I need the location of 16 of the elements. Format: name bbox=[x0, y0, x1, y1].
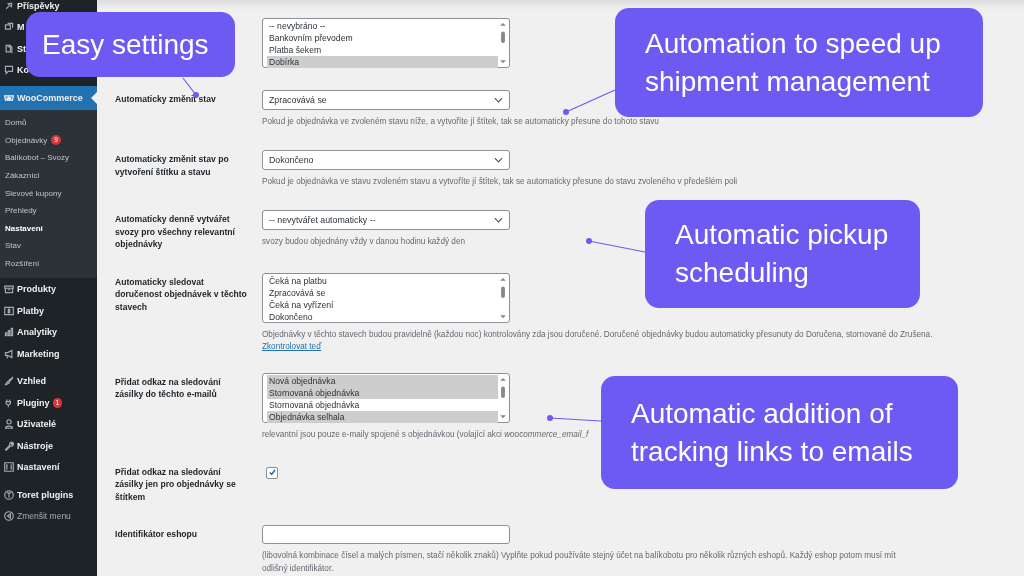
help-text: svozy budou objednány vždy v danou hodinu každý den bbox=[262, 236, 465, 248]
setting-label: Automaticky sledovat doručenost objednávek v těchto stavech bbox=[115, 276, 247, 312]
setting-label: Přidat odkaz na sledování zásilky do těchto e-mailů bbox=[115, 376, 221, 399]
feature-tooltip: Automatic addition of tracking links to emails bbox=[601, 376, 958, 489]
help-text: Objednávky v těchto stavech budou pravidelně (každou noc) kontrolovány zda jsou doručené. Doručené objednávky budou automaticky přesunuty do Doručena, stornované do Zrušena. bbox=[262, 328, 933, 341]
feature-tooltip: Automation to speed up shipment management bbox=[615, 8, 983, 117]
help-text: Pokud je objednávka ve stavu zvoleném stavu a vytvoříte jí štítek, tak se automaticky přesune do stavu zvoleného v předešlém poli bbox=[262, 176, 738, 188]
setting-label: Automaticky denně vytvářet svozy pro všechny relevantní objednávky bbox=[115, 214, 235, 249]
setting-label: Přidat odkaz na sledování zásilky jen pro objednávky se štítkem bbox=[115, 466, 236, 502]
help-text: relevantní jsou pouze e-maily spojené s objednávkou (volající akci woocommerce_email_f bbox=[262, 428, 589, 441]
setting-label: Identifikátor eshopu bbox=[115, 529, 198, 539]
setting-label: Automaticky změnit stav bbox=[115, 94, 216, 104]
help-text: Pokud je objednávka ve zvoleném stavu níže, a vytvoříte jí štítek, tak se automaticky přesune do tohoto stavu bbox=[262, 116, 659, 128]
feature-tooltip: Automatic pickup scheduling bbox=[645, 200, 920, 308]
help-text: (libovolná kombinace čísel a malých písmen, stačí několik znaků) Vyplňte pokud používáte stejný účet na balíkobotu pro několik různých eshopů. Každý eshop potom musí mít odlišný identifikátor. bbox=[262, 549, 897, 575]
setting-label: Automaticky změnit stav po vytvoření štítku a stavu bbox=[115, 154, 229, 177]
